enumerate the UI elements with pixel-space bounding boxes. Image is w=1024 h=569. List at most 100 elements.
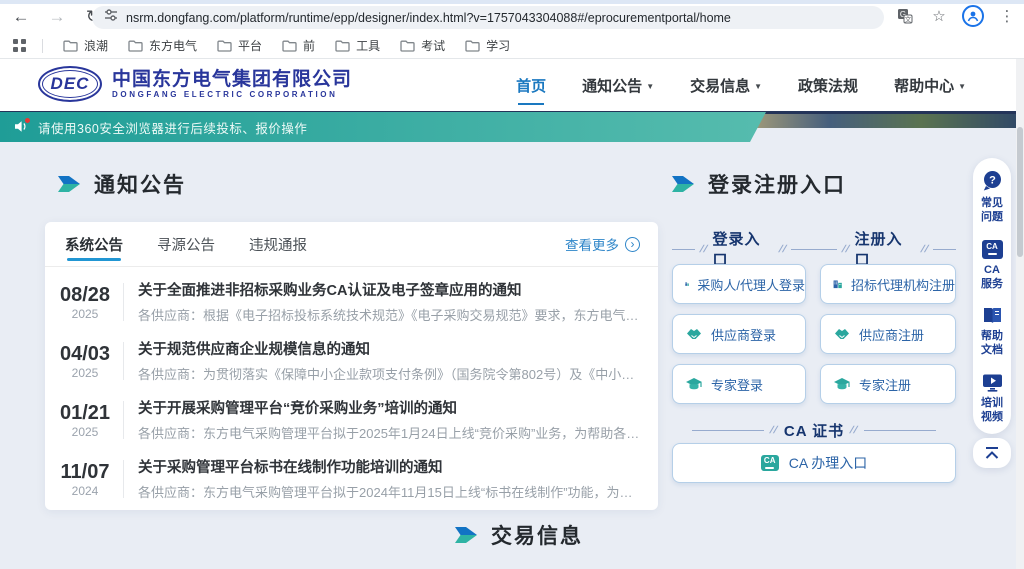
profile-avatar[interactable] [962, 5, 984, 27]
page-scrollbar[interactable] [1016, 59, 1024, 569]
notice-row[interactable]: 08/282025 关于全面推进非招标采购业务CA认证及电子签章应用的通知各供应… [51, 272, 640, 331]
nav-home[interactable]: 首页 [516, 75, 546, 96]
expert-register-button[interactable]: 专家注册 [820, 364, 956, 404]
svg-text:?: ? [989, 174, 996, 186]
address-bar[interactable]: nsrm.dongfang.com/platform/runtime/epp/d… [92, 6, 884, 29]
notification-dot [25, 118, 30, 123]
notices-section-header: 通知公告 [58, 169, 186, 199]
expert-login-button[interactable]: 专家登录 [672, 364, 806, 404]
bookmarks-bar: 浪潮 东方电气 平台 前 工具 考试 学习 [0, 33, 1024, 59]
nav-policies[interactable]: 政策法规 [798, 75, 858, 96]
trade-section-header: 交易信息 [455, 520, 583, 550]
handshake-icon [833, 327, 851, 341]
notice-summary: 各供应商：根据《电子招标投标系统技术规范》《电子采购交易规范》要求，东方电气采购… [138, 305, 640, 324]
page-content: 通知公告 系统公告 寻源公告 违规通报 查看更多 › 08/282025 关于全… [0, 142, 1024, 569]
browser-back-button[interactable]: ← [10, 6, 32, 28]
building-icon [833, 276, 843, 292]
bookmark-folder[interactable]: 东方电气 [120, 35, 205, 56]
agency-register-button[interactable]: 招标代理机构注册 [820, 264, 956, 304]
bookmark-folder[interactable]: 学习 [457, 35, 518, 56]
notice-title[interactable]: 关于全面推进非招标采购业务CA认证及电子签章应用的通知 [138, 279, 640, 300]
browser-forward-button[interactable]: → [46, 6, 68, 28]
company-logo[interactable]: DEC 中国东方电气集团有限公司 DONGFANG ELECTRIC CORPO… [38, 66, 352, 102]
book-icon [982, 306, 1003, 325]
notice-list: 08/282025 关于全面推进非招标采购业务CA认证及电子签章应用的通知各供应… [45, 267, 658, 508]
chevron-down-icon: ▼ [958, 82, 966, 91]
login-section-header: 登录注册入口 [672, 169, 846, 199]
notice-summary: 各供应商：东方电气采购管理平台拟于2025年1月24日上线“竞价采购”业务，为帮… [138, 423, 640, 442]
chrome-menu-icon[interactable]: ⋮ [996, 5, 1018, 27]
handshake-icon [685, 327, 703, 341]
floating-quickbar: ? 常见问题 CA CA服务 帮助文档 培训视频 [973, 158, 1011, 434]
scrollbar-thumb[interactable] [1017, 127, 1023, 257]
view-more-link[interactable]: 查看更多 › [565, 234, 640, 254]
url-text[interactable]: nsrm.dongfang.com/platform/runtime/epp/d… [126, 11, 731, 25]
bookmark-folder[interactable]: 前 [274, 35, 323, 56]
help-docs-shortcut[interactable]: 帮助文档 [981, 306, 1004, 358]
question-bubble-icon: ? [982, 170, 1003, 192]
ca-badge-icon: CA [982, 240, 1003, 259]
section-title: 通知公告 [94, 169, 186, 199]
back-to-top-icon [983, 446, 1001, 460]
notice-title[interactable]: 关于采购管理平台标书在线制作功能培训的通知 [138, 456, 640, 477]
bookmark-label: 考试 [421, 37, 445, 54]
section-arrow-icon [672, 176, 694, 192]
divider [123, 460, 124, 498]
tab-strip-edge [0, 0, 1024, 4]
ca-cert-divider: // CA 证书 // [672, 420, 956, 441]
translate-icon[interactable]: G文 [894, 5, 916, 27]
bookmark-label: 前 [303, 37, 315, 54]
notice-title[interactable]: 关于开展采购管理平台“竞价采购业务”培训的通知 [138, 397, 640, 418]
apps-grid-icon[interactable] [8, 35, 30, 57]
supplier-register-button[interactable]: 供应商注册 [820, 314, 956, 354]
notice-title[interactable]: 关于规范供应商企业规模信息的通知 [138, 338, 640, 359]
bookmark-folder[interactable]: 工具 [327, 35, 388, 56]
section-title: 登录注册入口 [708, 169, 846, 199]
faq-shortcut[interactable]: ? 常见问题 [981, 170, 1004, 225]
notice-row[interactable]: 11/072024 关于采购管理平台标书在线制作功能培训的通知各供应商：东方电气… [51, 449, 640, 508]
bookmark-folder[interactable]: 考试 [392, 35, 453, 56]
nav-help-center[interactable]: 帮助中心▼ [894, 75, 966, 96]
svg-text:文: 文 [905, 15, 912, 24]
notice-date: 08/282025 [51, 283, 119, 321]
graduation-cap-icon [833, 377, 851, 392]
bookmark-label: 东方电气 [149, 37, 197, 54]
training-videos-shortcut[interactable]: 培训视频 [981, 373, 1004, 425]
section-arrow-icon [455, 527, 477, 543]
ca-entry-button[interactable]: CA CA 办理入口 [672, 443, 956, 483]
bookmark-label: 平台 [238, 37, 262, 54]
ticker-text: 请使用360安全浏览器进行后续投标、报价操作 [38, 118, 307, 137]
bookmark-star-icon[interactable]: ☆ [928, 5, 950, 27]
bookmark-label: 学习 [486, 37, 510, 54]
speaker-icon [14, 120, 30, 134]
dec-logo-icon: DEC [38, 66, 102, 102]
chevron-down-icon: ▼ [646, 82, 654, 91]
notice-summary: 各供应商：东方电气采购管理平台拟于2024年11月15日上线“标书在线制作”功能… [138, 482, 640, 501]
nav-trade-info[interactable]: 交易信息▼ [690, 75, 762, 96]
nav-notices[interactable]: 通知公告▼ [582, 75, 654, 96]
notices-card: 系统公告 寻源公告 违规通报 查看更多 › 08/282025 关于全面推进非招… [45, 222, 658, 510]
hero-banner: 请使用360安全浏览器进行后续投标、报价操作 [0, 111, 1024, 142]
notice-date: 11/072024 [51, 460, 119, 498]
notice-date: 04/032025 [51, 342, 119, 380]
notice-ticker: 请使用360安全浏览器进行后续投标、报价操作 [0, 112, 766, 142]
chevron-down-icon: ▼ [754, 82, 762, 91]
tab-sourcing-notices[interactable]: 寻源公告 [155, 222, 217, 267]
back-to-top-button[interactable] [973, 438, 1011, 468]
tab-system-notices[interactable]: 系统公告 [63, 222, 125, 267]
main-nav: 首页 通知公告▼ 交易信息▼ 政策法规 帮助中心▼ [516, 59, 966, 111]
notice-tabs: 系统公告 寻源公告 违规通报 查看更多 › [45, 222, 658, 267]
site-settings-icon[interactable] [104, 8, 118, 27]
supplier-login-button[interactable]: 供应商登录 [672, 314, 806, 354]
purchaser-login-button[interactable]: 采购人/代理人登录 [672, 264, 806, 304]
notice-row[interactable]: 04/032025 关于规范供应商企业规模信息的通知各供应商：为贯彻落实《保障中… [51, 331, 640, 390]
bookmark-folder[interactable]: 平台 [209, 35, 270, 56]
section-arrow-icon [58, 176, 80, 192]
tab-violation-reports[interactable]: 违规通报 [247, 222, 309, 267]
ca-service-shortcut[interactable]: CA CA服务 [981, 240, 1004, 292]
site-header: DEC 中国东方电气集团有限公司 DONGFANG ELECTRIC CORPO… [0, 59, 1024, 111]
section-title: 交易信息 [491, 520, 583, 550]
graduation-cap-icon [685, 377, 703, 392]
bookmark-folder[interactable]: 浪潮 [55, 35, 116, 56]
notice-row[interactable]: 01/212025 关于开展采购管理平台“竞价采购业务”培训的通知各供应商：东方… [51, 390, 640, 449]
